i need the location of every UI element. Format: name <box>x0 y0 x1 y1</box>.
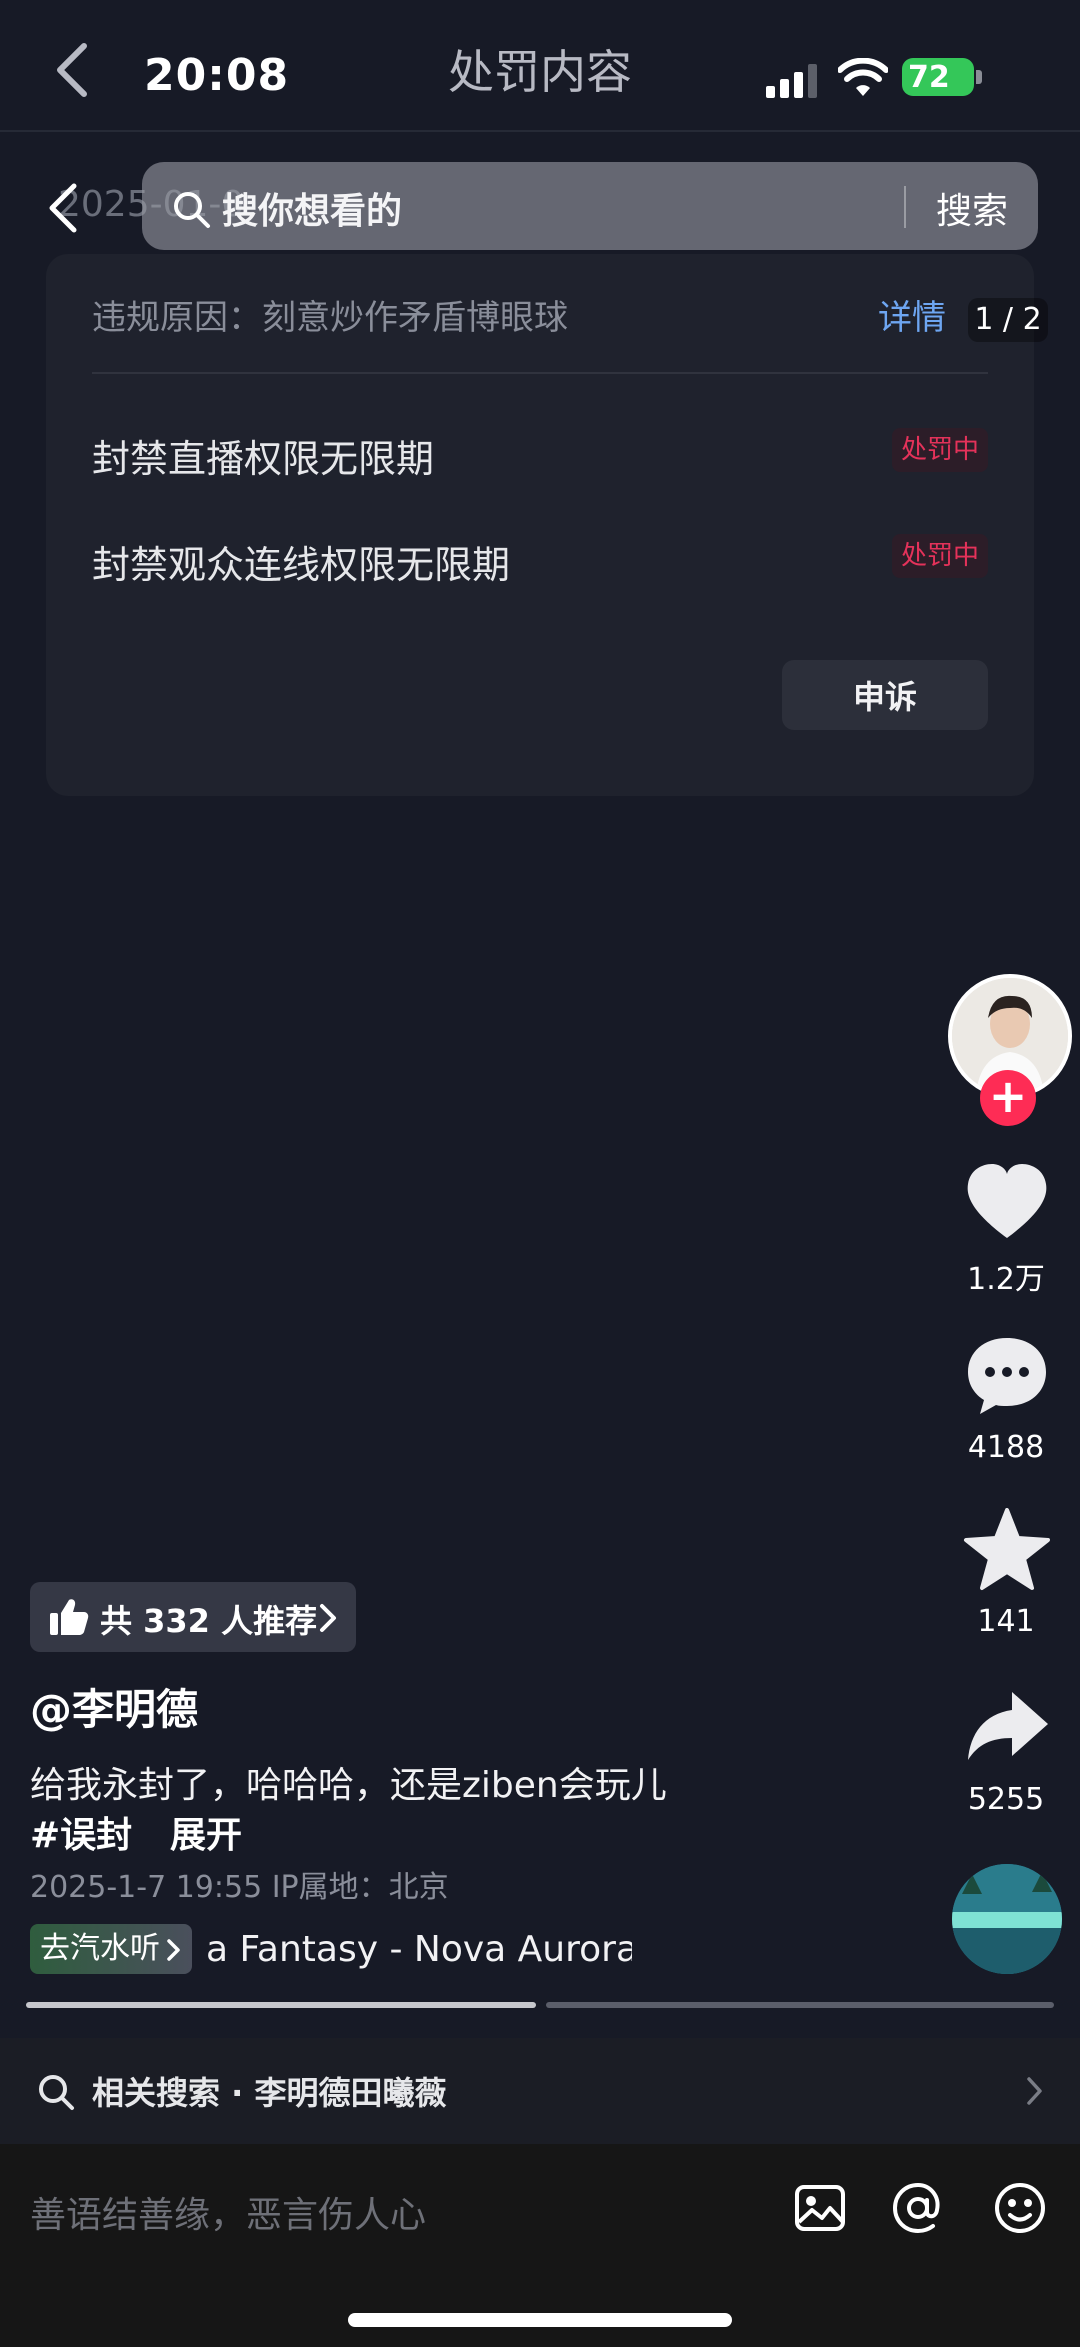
star-icon[interactable] <box>962 1508 1052 1592</box>
comment-input[interactable]: 善语结善缘，恶言伤人心 <box>30 2186 426 2238</box>
thumbs-up-icon <box>50 1599 89 1635</box>
battery-indicator: 72 <box>902 58 974 96</box>
chevron-right-icon <box>167 1939 180 1961</box>
image-icon[interactable] <box>792 2180 848 2236</box>
progress-segment-active[interactable] <box>26 2002 536 2008</box>
chevron-right-icon <box>1027 2077 1042 2105</box>
appeal-button[interactable]: 申诉 <box>782 660 988 730</box>
follow-button[interactable]: + <box>980 1070 1036 1126</box>
search-icon <box>174 192 210 228</box>
comment-icon[interactable] <box>962 1334 1052 1418</box>
comment-count: 4188 <box>967 1430 1045 1465</box>
violation-reason: 违规原因：刻意炒作矛盾博眼球 <box>92 298 568 338</box>
hashtag-link[interactable]: #误封 <box>30 1806 132 1858</box>
status-badge: 处罚中 <box>892 428 988 472</box>
like-count: 1.2万 <box>967 1262 1045 1297</box>
share-icon[interactable] <box>962 1686 1052 1770</box>
related-search-text: 相关搜索 · 李明德田曦薇 <box>92 2074 447 2112</box>
search-button[interactable]: 搜索 <box>936 182 1008 234</box>
music-disc[interactable] <box>952 1864 1062 1974</box>
penalty-item: 封禁观众连线权限无限期 <box>92 543 511 587</box>
penalty-item: 封禁直播权限无限期 <box>92 437 435 481</box>
share-count: 5255 <box>967 1782 1045 1817</box>
status-badge: 处罚中 <box>892 534 988 578</box>
search-divider <box>904 186 906 228</box>
home-indicator <box>348 2313 732 2327</box>
search-back-icon[interactable] <box>44 180 80 236</box>
post-meta: 2025-1-7 19:55 IP属地：北京 <box>30 1870 449 1905</box>
expand-button[interactable]: 展开 <box>170 1806 242 1858</box>
progress-segment-inactive[interactable] <box>546 2002 1054 2008</box>
search-input[interactable]: 搜你想看的 <box>222 182 402 234</box>
search-icon <box>39 2075 74 2110</box>
favorite-count: 141 <box>977 1604 1035 1639</box>
emoji-icon[interactable] <box>992 2180 1048 2236</box>
chevron-right-icon <box>320 1604 336 1632</box>
card-divider <box>92 372 988 374</box>
music-source-tag[interactable]: 去汽水听 <box>30 1924 192 1974</box>
at-icon[interactable] <box>890 2180 946 2236</box>
page-indicator: 1 / 2 <box>968 298 1048 342</box>
header-divider <box>0 130 1080 132</box>
wifi-icon <box>838 58 888 96</box>
battery-tip <box>976 70 982 84</box>
music-title[interactable]: a Fantasy - Nova Aurora <box>206 1924 632 1976</box>
recommend-text: 共 332 人推荐 <box>100 1602 318 1640</box>
heart-icon[interactable] <box>962 1160 1052 1244</box>
video-caption: 给我永封了，哈哈哈，还是ziben会玩儿 <box>30 1765 667 1806</box>
signal-icon <box>766 64 817 98</box>
author-name[interactable]: @李明德 <box>30 1676 198 1737</box>
detail-link[interactable]: 详情 <box>878 290 946 339</box>
